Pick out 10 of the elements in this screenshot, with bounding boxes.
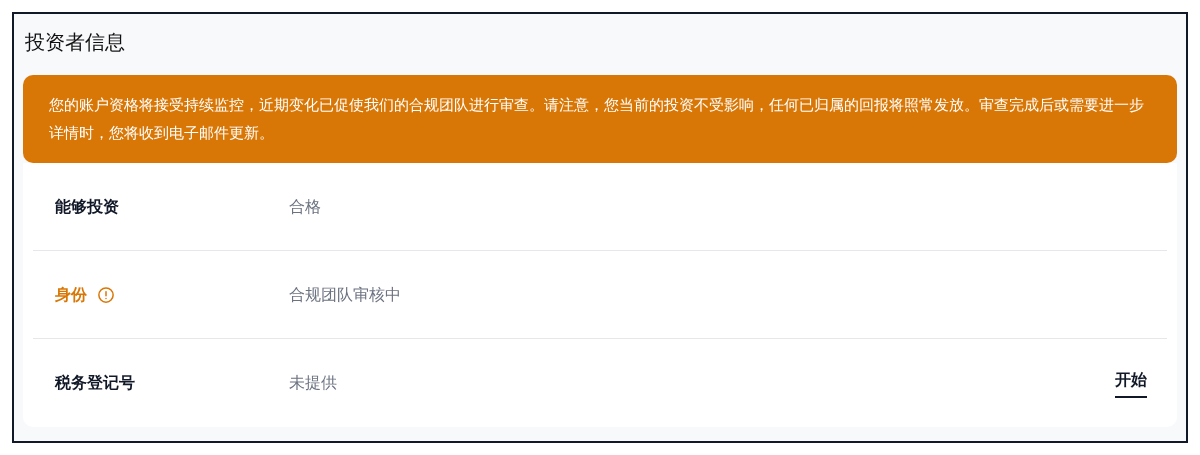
section-title: 投资者信息: [24, 29, 126, 56]
notice-banner: 您的账户资格将接受持续监控，近期变化已促使我们的合规团队进行审查。请注意，您当前的投资不受影响，任何已归属的回报将照常发放。审查完成后或需要进一步详情时，您将收到电子邮件更新。: [23, 75, 1177, 163]
alert-icon: [97, 285, 115, 304]
field-value: 未提供: [289, 372, 337, 394]
field-label: 身份: [55, 283, 87, 306]
field-value: 合格: [289, 195, 321, 218]
field-label: 能够投资: [55, 195, 119, 218]
start-link[interactable]: 开始: [1115, 368, 1147, 398]
field-label: 税务登记号: [55, 372, 135, 394]
field-value: 合规团队审核中: [289, 283, 401, 306]
